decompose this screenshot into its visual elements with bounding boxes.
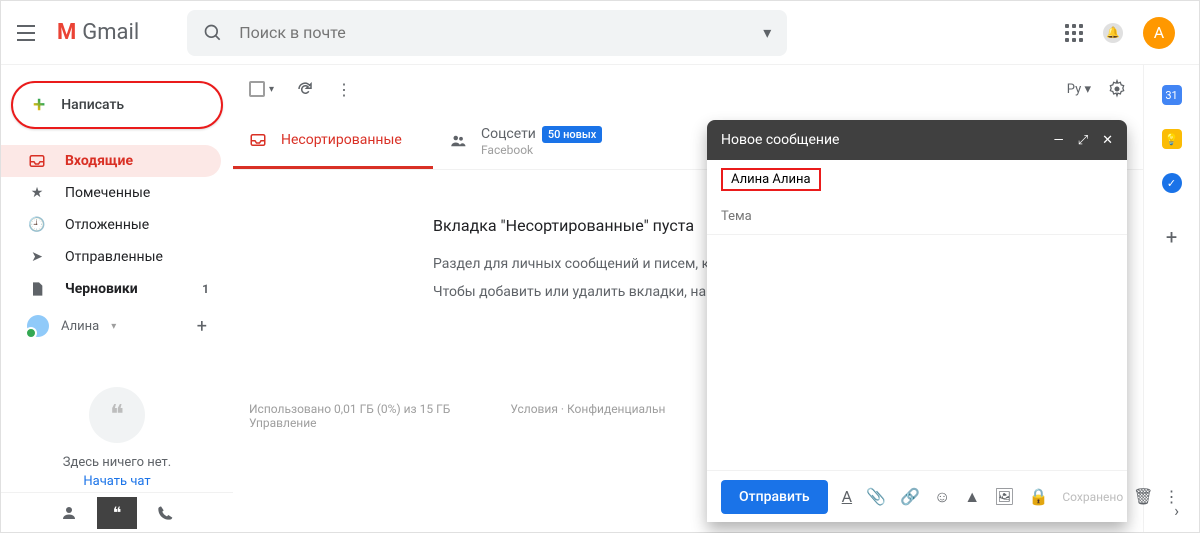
keep-icon[interactable]: 💡 (1162, 129, 1182, 149)
nav-label: Черновики (65, 281, 138, 297)
gmail-logo-icon: M (57, 20, 76, 45)
confidential-icon[interactable]: 🔒 (1028, 487, 1048, 506)
emoji-icon[interactable]: ☺ (934, 487, 950, 507)
tasks-icon[interactable]: ✓ (1162, 173, 1182, 193)
side-panel: 31 💡 ✓ + › (1143, 65, 1199, 532)
send-icon: ➤ (27, 249, 47, 265)
hangouts-user[interactable]: Алина ▾ + (1, 305, 233, 347)
recipient-chip[interactable]: Алина Алина (721, 168, 821, 191)
terms-link[interactable]: Условия · Конфиденциальн (510, 402, 665, 430)
storage-text: Использовано 0,01 ГБ (0%) из 15 ГБ (249, 402, 450, 416)
tab-badge: 50 новых (542, 126, 602, 143)
more-options-icon[interactable]: ⋮ (1163, 487, 1179, 506)
compose-toolbar: Отправить A 📎 🔗 ☺ ▲ 🖼 🔒 Сохранено 🗑 ⋮ (707, 470, 1127, 522)
search-options-icon[interactable]: ▾ (763, 23, 771, 42)
discard-icon[interactable]: 🗑 (1133, 487, 1153, 506)
checkbox-icon (249, 81, 265, 97)
settings-icon[interactable] (1107, 79, 1127, 99)
link-icon[interactable]: 🔗 (900, 487, 920, 506)
inbox-icon (27, 152, 47, 170)
compose-window: Новое сообщение — ⤢ ✕ Алина Алина Отправ… (707, 120, 1127, 522)
apps-icon[interactable] (1065, 24, 1083, 42)
nav-starred[interactable]: ★ Помеченные (1, 177, 221, 209)
tab-social[interactable]: Соцсети 50 новых Facebook (433, 113, 633, 169)
tab-label: Несортированные (281, 132, 402, 148)
chevron-down-icon: ▾ (269, 84, 274, 95)
hangouts-empty: ❝ Здесь ничего нет. Начать чат (1, 387, 233, 489)
saved-label: Сохранено (1062, 490, 1123, 504)
attach-icon[interactable]: 📎 (866, 487, 886, 506)
compose-title: Новое сообщение (721, 132, 839, 148)
compose-label: Написать (61, 97, 124, 113)
star-icon: ★ (27, 185, 47, 201)
nav-sent[interactable]: ➤ Отправленные (1, 241, 221, 273)
sidebar: + Написать Входящие ★ Помеченные 🕘 Отлож… (1, 65, 233, 532)
chat-tab-hangouts[interactable]: ❝ (97, 497, 137, 529)
add-contact-icon[interactable]: + (197, 316, 207, 337)
hangouts-icon: ❝ (89, 387, 145, 443)
send-button[interactable]: Отправить (721, 480, 828, 514)
nav-label: Отложенные (65, 217, 149, 233)
nav-label: Отправленные (65, 249, 163, 265)
people-icon (449, 132, 467, 150)
nav-label: Входящие (65, 153, 133, 169)
plus-icon: + (33, 93, 45, 118)
more-icon[interactable]: ⋮ (336, 80, 352, 99)
close-icon[interactable]: ✕ (1102, 133, 1113, 148)
compose-body[interactable] (707, 235, 1127, 470)
chat-tab-contacts[interactable] (49, 497, 89, 529)
search-bar[interactable]: ▾ (187, 10, 787, 56)
nav-inbox[interactable]: Входящие (1, 145, 221, 177)
select-all[interactable]: ▾ (249, 81, 274, 97)
fullscreen-icon[interactable]: ⤢ (1078, 133, 1088, 148)
input-lang[interactable]: Ру ▾ (1067, 82, 1091, 97)
account-avatar[interactable]: А (1143, 17, 1175, 49)
hangouts-empty-text: Здесь ничего нет. (1, 455, 233, 470)
search-icon (203, 23, 223, 43)
drive-icon[interactable]: ▲ (964, 487, 980, 507)
compose-header[interactable]: Новое сообщение — ⤢ ✕ (707, 120, 1127, 160)
tab-label: Соцсети (481, 126, 536, 142)
calendar-icon[interactable]: 31 (1162, 85, 1182, 105)
tab-primary[interactable]: Несортированные (233, 113, 433, 169)
minimize-icon[interactable]: — (1054, 133, 1064, 148)
header: M Gmail ▾ 🔔 А (1, 1, 1199, 65)
chevron-down-icon: ▾ (111, 321, 116, 332)
nav-snoozed[interactable]: 🕘 Отложенные (1, 209, 221, 241)
clock-icon: 🕘 (27, 217, 47, 233)
user-avatar-icon (27, 315, 49, 337)
manage-link[interactable]: Управление (249, 416, 450, 430)
nav-label: Помеченные (65, 185, 150, 201)
search-input[interactable] (239, 23, 747, 42)
chat-tabs: ❝ (1, 492, 233, 532)
format-icon[interactable]: A (842, 487, 852, 506)
nav-count: 1 (202, 282, 209, 296)
user-name: Алина (61, 319, 99, 334)
chat-tab-phone[interactable] (145, 497, 185, 529)
compose-button[interactable]: + Написать (11, 81, 223, 129)
toolbar: ▾ ⋮ Ру ▾ (233, 65, 1143, 113)
inbox-icon (249, 131, 267, 149)
recipients-field[interactable]: Алина Алина (707, 160, 1127, 199)
app-frame: M Gmail ▾ 🔔 А + Написать Входящие (0, 0, 1200, 533)
notifications-icon[interactable]: 🔔 (1103, 23, 1123, 43)
tab-sublabel: Facebook (481, 143, 602, 157)
refresh-icon[interactable] (296, 80, 314, 98)
photo-icon[interactable]: 🖼 (994, 487, 1014, 506)
nav-drafts[interactable]: Черновики 1 (1, 273, 221, 305)
start-chat-link[interactable]: Начать чат (1, 474, 233, 489)
draft-icon (27, 281, 47, 297)
addons-icon[interactable]: + (1166, 225, 1177, 249)
menu-icon[interactable] (17, 21, 41, 45)
subject-input[interactable] (707, 199, 1127, 235)
brand-text: Gmail (82, 20, 139, 45)
